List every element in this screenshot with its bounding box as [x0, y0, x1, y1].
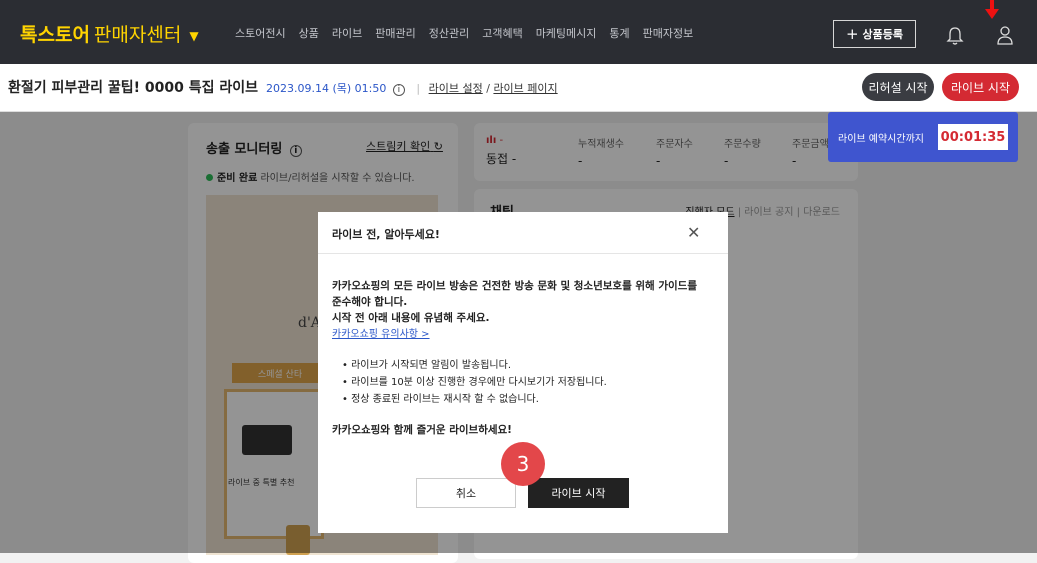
live-datetime: 2023.09.14 (목) 01:50	[266, 82, 387, 95]
notice-line-2: 준수해야 합니다.	[332, 296, 408, 308]
modal-body: 카카오쇼핑의 모든 라이브 방송은 건전한 방송 문화 및 청소년보호를 위해 …	[332, 278, 712, 438]
link-separator: /	[486, 82, 490, 95]
close-icon[interactable]: ✕	[687, 225, 700, 241]
arrow-down-icon	[985, 0, 999, 19]
modal-live-start-button[interactable]: 라이브 시작	[528, 478, 629, 508]
list-item: 라이브를 10분 이상 진행한 경우에만 다시보기가 저장됩니다.	[342, 374, 712, 391]
list-item: 정상 종료된 라이브는 재시작 할 수 없습니다.	[342, 391, 712, 408]
user-icon[interactable]	[996, 24, 1014, 46]
info-icon[interactable]: i	[392, 84, 405, 96]
live-start-button[interactable]: 라이브 시작	[942, 73, 1019, 101]
live-meta: 2023.09.14 (목) 01:50 i | 라이브 설정 / 라이브 페이…	[266, 80, 558, 96]
menu-item-seller-info[interactable]: 판매자정보	[643, 25, 694, 41]
menu-item-stats[interactable]: 통계	[609, 25, 629, 41]
divider: |	[416, 82, 421, 95]
timer-value: 00:01:35	[938, 124, 1008, 150]
top-nav: 톡스토어 판매자센터 ▼ 스토어전시 상품 라이브 판매관리 정산관리 고객혜택 마…	[0, 0, 1037, 64]
enjoy-text: 카카오쇼핑와 함께 즐거운 라이브하세요!	[332, 424, 512, 436]
list-item: 라이브가 시작되면 알림이 발송됩니다.	[342, 357, 712, 374]
brand-sub: 판매자센터	[93, 24, 182, 46]
menu-item-live[interactable]: 라이브	[332, 25, 362, 41]
menu-item-settlement[interactable]: 정산관리	[429, 25, 469, 41]
register-product-button[interactable]: + 상품등록	[833, 20, 916, 48]
notice-line-3: 시작 전 아래 내용에 유념해 주세요.	[332, 312, 490, 324]
notice-line-1: 카카오쇼핑의 모든 라이브 방송은 건전한 방송 문화 및 청소년보호를 위해 …	[332, 280, 697, 292]
live-page-link[interactable]: 라이브 페이지	[493, 82, 557, 95]
timer-label: 라이브 예약시간까지	[838, 134, 924, 145]
brand-name: 톡스토어	[20, 24, 90, 46]
menu-item-sales[interactable]: 판매관리	[375, 25, 415, 41]
bell-icon[interactable]	[946, 26, 964, 46]
modal-header: 라이브 전, 알아두세요! ✕	[318, 212, 728, 254]
guide-link[interactable]: 카카오쇼핑 유의사항 >	[332, 329, 430, 340]
main-menu: 스토어전시 상품 라이브 판매관리 정산관리 고객혜택 마케팅메시지 통계 판매…	[235, 25, 706, 41]
menu-item-marketing[interactable]: 마케팅메시지	[536, 25, 597, 41]
modal-title: 라이브 전, 알아두세요!	[332, 228, 440, 241]
rehearsal-start-button[interactable]: 리허설 시작	[862, 73, 934, 101]
menu-item-benefit[interactable]: 고객혜택	[482, 25, 522, 41]
cancel-button[interactable]: 취소	[416, 478, 516, 508]
notice-list: 라이브가 시작되면 알림이 발송됩니다. 라이브를 10분 이상 진행한 경우에…	[332, 357, 712, 408]
brand-logo[interactable]: 톡스토어 판매자센터 ▼	[20, 20, 199, 47]
live-settings-link[interactable]: 라이브 설정	[429, 82, 483, 95]
live-title: 환절기 피부관리 꿀팁! 0000 특집 라이브	[8, 80, 259, 96]
menu-item-product[interactable]: 상품	[299, 25, 319, 41]
chevron-down-icon[interactable]: ▼	[189, 29, 198, 43]
reservation-timer: 라이브 예약시간까지 00:01:35	[828, 112, 1018, 162]
plus-icon: +	[845, 25, 859, 43]
step-badge: 3	[501, 442, 545, 486]
live-header: 환절기 피부관리 꿀팁! 0000 특집 라이브 2023.09.14 (목) …	[0, 64, 1037, 112]
menu-item-store[interactable]: 스토어전시	[235, 25, 286, 41]
register-product-label: 상품등록	[862, 28, 904, 41]
